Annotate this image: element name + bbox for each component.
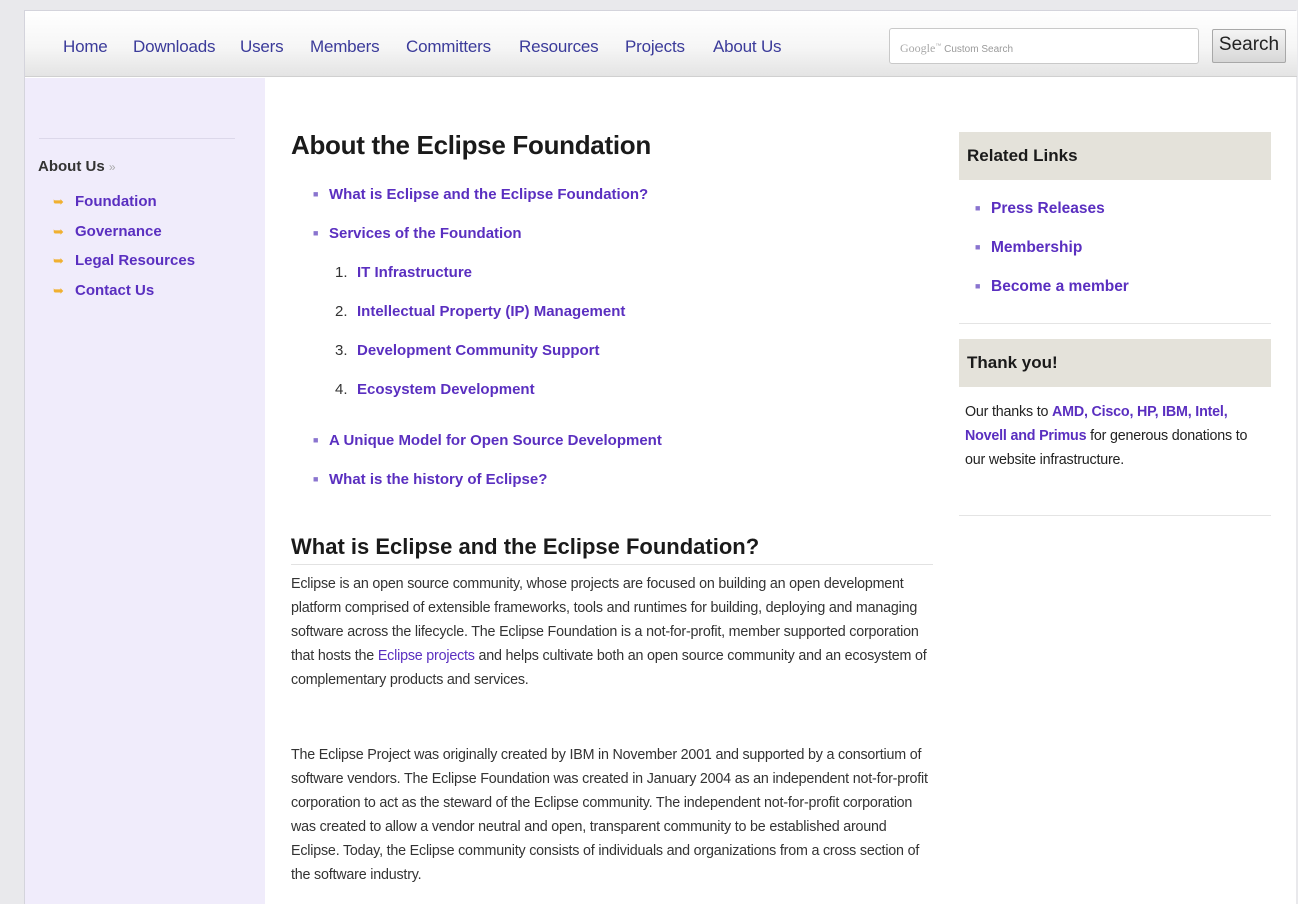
square-bullet-icon: ■ — [975, 242, 981, 252]
square-bullet-icon: ■ — [313, 474, 319, 484]
page-title: About the Eclipse Foundation — [291, 130, 651, 160]
page-frame: Home Downloads Users Members Committers … — [24, 10, 1297, 904]
toc-item: ■ What is Eclipse and the Eclipse Foundat… — [313, 186, 662, 225]
arrow-right-icon: ➥ — [53, 253, 64, 268]
intro-paragraph: Eclipse is an open source community, who… — [291, 576, 927, 688]
thank-you-heading: Thank you! — [959, 339, 1271, 387]
sidebar-item-legal-resources: ➥ Legal Resources — [53, 252, 195, 282]
eclipse-projects-link[interactable]: Eclipse projects — [378, 648, 475, 664]
related-links-heading: Related Links — [959, 132, 1271, 180]
sidebar-link-legal-resources[interactable]: Legal Resources — [75, 252, 195, 269]
sidebar-link-foundation[interactable]: Foundation — [75, 193, 157, 210]
sidebar: About Us » ➥ Foundation ➥ Governance ➥ Lega… — [25, 78, 265, 904]
toc-link-community-support[interactable]: Development Community Support — [357, 342, 600, 359]
search-input[interactable]: Google™ Custom Search — [889, 28, 1199, 64]
square-bullet-icon: ■ — [313, 189, 319, 199]
top-nav-bar: Home Downloads Users Members Committers … — [25, 11, 1297, 77]
related-link-item: ■ Press Releases — [975, 200, 1129, 239]
related-link-item: ■ Membership — [975, 239, 1129, 278]
sidebar-item-contact-us: ➥ Contact Us — [53, 282, 195, 312]
sidebar-link-contact-us[interactable]: Contact Us — [75, 282, 154, 299]
toc-link-history[interactable]: What is the history of Eclipse? — [329, 471, 547, 488]
related-link-item: ■ Become a member — [975, 278, 1129, 317]
double-chevron-right-icon: » — [108, 160, 116, 174]
sidebar-heading: About Us » — [38, 158, 116, 175]
square-bullet-icon: ■ — [313, 228, 319, 238]
search-button[interactable]: Search — [1212, 29, 1286, 63]
toc-item: ■ Services of the Foundation — [313, 225, 662, 264]
table-of-contents: ■ What is Eclipse and the Eclipse Foundat… — [313, 186, 662, 510]
history-paragraph: The Eclipse Project was originally creat… — [291, 747, 928, 883]
toc-subitem: 2. Intellectual Property (IP) Management — [335, 303, 626, 320]
toc-sublist: 1. IT Infrastructure 2. Intellectual Prope… — [335, 264, 662, 420]
arrow-right-icon: ➥ — [53, 282, 64, 298]
divider — [959, 515, 1271, 516]
google-logo: Google — [900, 41, 936, 55]
toc-subitem: 4. Ecosystem Development — [335, 381, 535, 398]
sidebar-divider — [39, 138, 235, 139]
toc-link-ip-management[interactable]: Intellectual Property (IP) Management — [357, 303, 625, 320]
toc-subitem: 1. IT Infrastructure — [335, 264, 473, 281]
nav-about-us[interactable]: About Us — [713, 37, 782, 57]
toc-link-services[interactable]: Services of the Foundation — [329, 225, 522, 242]
arrow-right-icon: ➥ — [53, 194, 64, 209]
sidebar-item-governance: ➥ Governance — [53, 223, 195, 253]
toc-item: ■ A Unique Model for Open Source Developm… — [313, 432, 662, 471]
nav-home[interactable]: Home — [63, 37, 108, 57]
toc-link-what-is-eclipse[interactable]: What is Eclipse and the Eclipse Foundati… — [329, 186, 648, 203]
related-links-list: ■ Press Releases ■ Membership ■ Become a me… — [975, 200, 1129, 317]
toc-item: ■ What is the history of Eclipse? — [313, 471, 662, 510]
sidebar-link-governance[interactable]: Governance — [75, 223, 162, 240]
sidebar-list: ➥ Foundation ➥ Governance ➥ Legal Resources… — [53, 193, 195, 311]
thanks-paragraph: Our thanks to AMD, Cisco, HP, IBM, Intel… — [965, 404, 1248, 468]
nav-committers[interactable]: Committers — [406, 37, 491, 57]
nav-users[interactable]: Users — [240, 37, 284, 57]
press-releases-link[interactable]: Press Releases — [991, 200, 1105, 217]
toc-link-it-infrastructure[interactable]: IT Infrastructure — [357, 264, 472, 281]
divider — [959, 323, 1271, 324]
toc-link-ecosystem-development[interactable]: Ecosystem Development — [357, 381, 535, 398]
sidebar-heading-label: About Us — [38, 158, 105, 175]
toc-link-unique-model[interactable]: A Unique Model for Open Source Developme… — [329, 432, 662, 449]
sidebar-item-foundation: ➥ Foundation — [53, 193, 195, 223]
search-placeholder: Custom Search — [944, 44, 1014, 55]
nav-members[interactable]: Members — [310, 37, 380, 57]
toc-spacer — [313, 420, 662, 432]
become-member-link[interactable]: Become a member — [991, 278, 1129, 295]
square-bullet-icon: ■ — [975, 281, 981, 291]
arrow-right-icon: ➥ — [53, 223, 64, 239]
membership-link[interactable]: Membership — [991, 239, 1082, 256]
nav-downloads[interactable]: Downloads — [133, 37, 216, 57]
square-bullet-icon: ■ — [975, 203, 981, 213]
section-heading: What is Eclipse and the Eclipse Foundati… — [291, 534, 933, 565]
nav-resources[interactable]: Resources — [519, 37, 599, 57]
square-bullet-icon: ■ — [313, 435, 319, 445]
toc-sublist-wrapper: 1. IT Infrastructure 2. Intellectual Prope… — [313, 264, 662, 420]
toc-subitem: 3. Development Community Support — [335, 342, 600, 359]
nav-projects[interactable]: Projects — [625, 37, 685, 57]
